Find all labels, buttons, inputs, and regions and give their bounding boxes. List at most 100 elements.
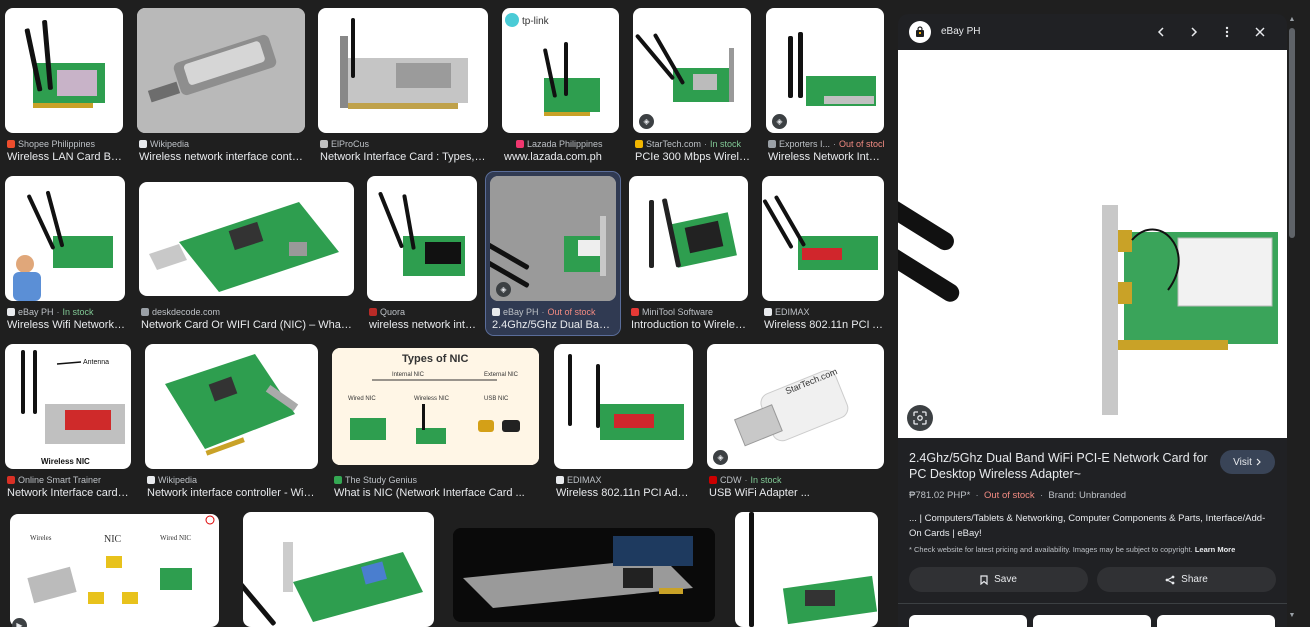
result-title[interactable]: Wireless Wifi Network C... bbox=[7, 319, 125, 331]
result-thumbnail[interactable]: Wireles NIC Wired NIC bbox=[10, 514, 219, 627]
site-favicon bbox=[631, 308, 639, 316]
result-card[interactable] bbox=[243, 512, 434, 627]
result-card[interactable]: Antenna Wireless NIC Online Smart Trainer… bbox=[5, 344, 131, 500]
product-tag-icon: ◈ bbox=[713, 450, 728, 465]
result-card[interactable] bbox=[453, 528, 715, 622]
site-favicon bbox=[320, 140, 328, 148]
google-lens-icon[interactable] bbox=[907, 405, 933, 431]
result-title[interactable]: wireless network inter... bbox=[369, 319, 477, 331]
result-thumbnail[interactable]: Types of NIC Internal NIC External NIC Wire… bbox=[332, 348, 539, 465]
result-card[interactable]: Quora wireless network inter... bbox=[367, 176, 477, 332]
result-thumbnail[interactable]: tp-link bbox=[502, 8, 619, 133]
result-card[interactable]: Wikipedia Network interface controller -… bbox=[145, 344, 318, 500]
related-result-card[interactable] bbox=[909, 615, 1027, 627]
product-tag-icon: ◈ bbox=[639, 114, 654, 129]
result-title[interactable]: Introduction to Wireless... bbox=[631, 319, 748, 331]
site-favicon bbox=[768, 140, 776, 148]
scroll-down-icon[interactable]: ▼ bbox=[1287, 612, 1297, 622]
result-thumbnail[interactable] bbox=[137, 8, 305, 133]
panel-site-name[interactable]: eBay PH bbox=[941, 26, 980, 37]
result-title[interactable]: Network Card Or WIFI Card (NIC) – What .… bbox=[141, 319, 354, 331]
result-card[interactable] bbox=[735, 512, 878, 627]
site-favicon bbox=[139, 140, 147, 148]
result-title[interactable]: Wireless Network Interf... bbox=[768, 151, 884, 163]
result-title[interactable]: Network Interface card | ... bbox=[7, 487, 131, 499]
more-options-icon[interactable] bbox=[1218, 23, 1236, 41]
result-title[interactable]: Network Interface Card : Types, Wo... bbox=[320, 151, 488, 163]
save-button[interactable]: Save bbox=[909, 567, 1088, 592]
result-card[interactable]: eBay PH · In stock Wireless Wifi Network C… bbox=[5, 176, 125, 332]
panel-scrollbar-thumb[interactable] bbox=[1289, 28, 1295, 238]
result-card[interactable]: Wireles NIC Wired NIC ▶ bbox=[10, 514, 219, 627]
product-title[interactable]: 2.4Ghz/5Ghz Dual Band WiFi PCI-E Network… bbox=[909, 450, 1209, 482]
result-card[interactable]: tp-link Lazada Philippines www.lazada.co… bbox=[502, 8, 619, 164]
result-thumbnail[interactable] bbox=[145, 344, 318, 469]
panel-divider bbox=[898, 603, 1287, 604]
product-description: ... | Computers/Tablets & Networking, Co… bbox=[909, 513, 1266, 539]
result-card[interactable]: EDIMAX Wireless 802.11n PCI Ad... bbox=[762, 176, 884, 332]
result-card[interactable]: Types of NIC Internal NIC External NIC Wire… bbox=[332, 348, 539, 500]
result-title[interactable]: Wireless LAN Card BT ... bbox=[7, 151, 123, 163]
close-icon[interactable] bbox=[1251, 23, 1269, 41]
site-favicon bbox=[556, 476, 564, 484]
learn-more-link[interactable]: Learn More bbox=[1195, 545, 1235, 554]
result-source: The Study Genius bbox=[334, 475, 539, 485]
result-thumbnail[interactable] bbox=[5, 8, 123, 133]
share-button[interactable]: Share bbox=[1097, 567, 1276, 592]
result-source: Wikipedia bbox=[139, 139, 305, 149]
result-title[interactable]: www.lazada.com.ph bbox=[504, 151, 619, 163]
internal-nic-label: Internal NIC bbox=[392, 372, 425, 378]
result-title[interactable]: Wireless network interface controll... bbox=[139, 151, 305, 163]
result-source: eBay PH · Out of stock bbox=[492, 307, 618, 317]
result-card[interactable]: MiniTool Software Introduction to Wirele… bbox=[629, 176, 748, 332]
result-card[interactable]: StarTech.com ◈ CDW · In stock USB WiFi Ada… bbox=[707, 344, 884, 500]
result-thumbnail[interactable] bbox=[5, 176, 125, 301]
result-card[interactable]: ◈ StarTech.com · In stock PCIe 300 Mbps Wi… bbox=[633, 8, 751, 164]
result-title[interactable]: USB WiFi Adapter ... bbox=[709, 487, 884, 499]
result-card[interactable]: ◈ Exporters I... · Out of stock Wireless N… bbox=[766, 8, 884, 164]
result-thumbnail[interactable] bbox=[554, 344, 693, 469]
site-favicon bbox=[492, 308, 500, 316]
result-source: eBay PH · In stock bbox=[7, 307, 125, 317]
result-title[interactable]: Wireless 802.11n PCI Ad... bbox=[764, 319, 884, 331]
result-thumbnail[interactable] bbox=[139, 182, 354, 296]
result-thumbnail[interactable] bbox=[766, 8, 884, 133]
bookmark-icon bbox=[980, 574, 988, 585]
result-card-selected[interactable]: ◈ eBay PH · Out of stock 2.4Ghz/5Ghz Dual … bbox=[485, 171, 621, 336]
result-card[interactable]: deskdecode.com Network Card Or WIFI Card… bbox=[139, 182, 354, 332]
scroll-up-icon[interactable]: ▲ bbox=[1287, 16, 1297, 26]
result-thumbnail[interactable] bbox=[318, 8, 488, 133]
related-result-card[interactable] bbox=[1157, 615, 1275, 627]
result-title[interactable]: Network interface controller - Wikip... bbox=[147, 487, 318, 499]
antenna-label: Antenna bbox=[83, 359, 109, 366]
result-title[interactable]: PCIe 300 Mbps Wireles... bbox=[635, 151, 751, 163]
result-title[interactable]: What is NIC (Network Interface Card ... bbox=[334, 487, 539, 499]
result-thumbnail[interactable] bbox=[453, 528, 715, 622]
result-source: Wikipedia bbox=[147, 475, 318, 485]
types-of-nic-title: Types of NIC bbox=[402, 353, 468, 365]
preview-image[interactable] bbox=[898, 50, 1287, 438]
result-thumbnail[interactable] bbox=[243, 512, 434, 627]
product-tag-icon: ◈ bbox=[496, 282, 511, 297]
result-thumbnail[interactable]: Antenna Wireless NIC bbox=[5, 344, 131, 469]
result-thumbnail[interactable]: StarTech.com bbox=[707, 344, 884, 469]
result-thumbnail[interactable] bbox=[633, 8, 751, 133]
wired-nic-label: Wired NIC bbox=[348, 396, 376, 402]
visit-button[interactable]: Visit bbox=[1220, 450, 1275, 474]
result-thumbnail[interactable] bbox=[629, 176, 748, 301]
previous-result-icon[interactable] bbox=[1152, 23, 1170, 41]
result-card[interactable]: Shopee Philippines Wireless LAN Card BT … bbox=[5, 8, 123, 164]
result-card[interactable]: Wikipedia Wireless network interface con… bbox=[137, 8, 305, 164]
result-thumbnail[interactable] bbox=[367, 176, 477, 301]
play-icon: ▶ bbox=[12, 618, 27, 627]
related-result-card[interactable] bbox=[1033, 615, 1151, 627]
share-icon bbox=[1165, 575, 1175, 584]
result-card[interactable]: EDIMAX Wireless 802.11n PCI Adapter bbox=[554, 344, 693, 500]
result-thumbnail[interactable] bbox=[735, 512, 878, 627]
result-title[interactable]: Wireless 802.11n PCI Adapter bbox=[556, 487, 693, 499]
result-thumbnail[interactable] bbox=[490, 176, 616, 301]
next-result-icon[interactable] bbox=[1185, 23, 1203, 41]
result-card[interactable]: ElProCus Network Interface Card : Types,… bbox=[318, 8, 488, 164]
result-thumbnail[interactable] bbox=[762, 176, 884, 301]
result-title[interactable]: 2.4Ghz/5Ghz Dual Band ... bbox=[492, 319, 616, 331]
